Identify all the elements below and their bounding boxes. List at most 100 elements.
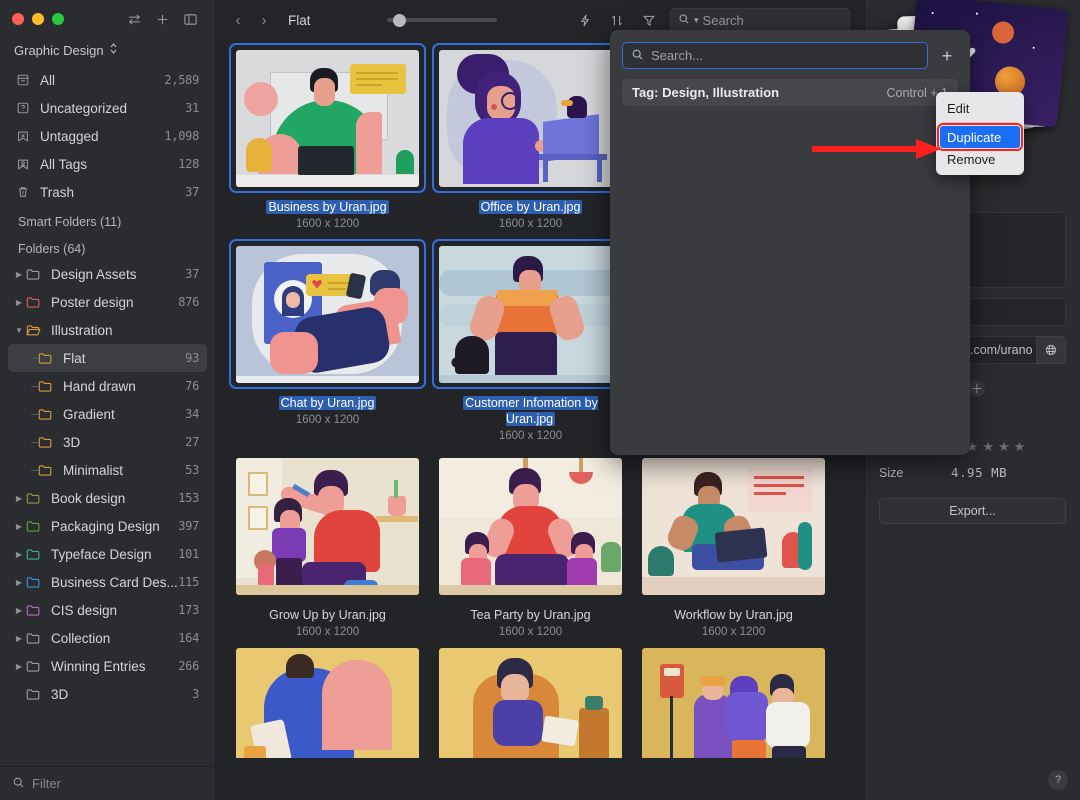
question-icon[interactable]: ? — [1048, 770, 1068, 790]
folder-item-business-card-des[interactable]: ▶ Business Card Des... 115 — [8, 568, 207, 596]
folder-item-winning-entries[interactable]: ▶ Winning Entries 266 — [8, 652, 207, 680]
context-menu-item-duplicate[interactable]: Duplicate — [937, 123, 1023, 151]
disclosure-right-icon[interactable]: ▶ — [12, 494, 26, 503]
folder-item-design-assets[interactable]: ▶ Design Assets 37 — [8, 260, 207, 288]
lightning-icon[interactable] — [574, 9, 596, 31]
thumbnail-cell[interactable]: Chat by Uran.jpg 1600 x 1200 — [226, 239, 429, 452]
disclosure-right-icon[interactable]: ▶ — [12, 578, 26, 587]
thumbnail-filename[interactable]: Tea Party by Uran.jpg — [441, 607, 621, 623]
thumbnail-cell[interactable]: Grow Up by Uran.jpg 1600 x 1200 — [226, 452, 429, 648]
folder-item-typeface-design[interactable]: ▶ Typeface Design 101 — [8, 540, 207, 568]
thumbnail-cell[interactable]: Office by Uran.jpg 1600 x 1200 — [429, 43, 632, 240]
thumbnail-filename[interactable]: Workflow by Uran.jpg — [644, 607, 824, 623]
filter-input[interactable] — [32, 776, 182, 791]
star-icon[interactable]: ★ — [982, 439, 994, 455]
search-input[interactable] — [702, 12, 879, 28]
slider-knob[interactable] — [393, 13, 407, 27]
close-button[interactable] — [12, 13, 24, 25]
filter-icon[interactable] — [638, 9, 660, 31]
thumbnail-cell[interactable]: Tea Party by Uran.jpg 1600 x 1200 — [429, 452, 632, 648]
maximize-button[interactable] — [52, 13, 64, 25]
thumbnail-filename[interactable]: Chat by Uran.jpg — [238, 395, 418, 411]
forward-button[interactable]: › — [256, 12, 272, 29]
folder-item-poster-design[interactable]: ▶ Poster design 876 — [8, 288, 207, 316]
nav-label: All — [40, 72, 56, 88]
folder-item-packaging-design[interactable]: ▶ Packaging Design 397 — [8, 512, 207, 540]
thumbnail-image[interactable] — [230, 452, 425, 600]
thumbnail-image[interactable] — [433, 648, 628, 758]
disclosure-right-icon[interactable]: ▶ — [12, 522, 26, 531]
thumbnail-row — [226, 648, 864, 766]
thumbnail-image[interactable] — [229, 239, 426, 389]
thumbnail-image[interactable] — [433, 452, 628, 600]
sort-icon[interactable] — [606, 9, 628, 31]
folder-item-collection[interactable]: ▶ Collection 164 — [8, 624, 207, 652]
disclosure-down-icon[interactable]: ▼ — [12, 326, 26, 335]
context-menu: Edit Duplicate Remove — [936, 92, 1024, 175]
folder-item-minimalist[interactable]: Minimalist 53 — [8, 456, 207, 484]
thumbnail-image[interactable] — [636, 452, 831, 600]
thumbnail-cell[interactable]: Workflow by Uran.jpg 1600 x 1200 — [632, 452, 835, 648]
thumbnail-image[interactable] — [229, 43, 426, 193]
popover-search-box[interactable] — [622, 42, 928, 69]
thumbnail-filename[interactable]: Customer Infomation by Uran.jpg — [441, 395, 621, 427]
thumbnail-cell[interactable] — [226, 648, 429, 766]
filter-bar[interactable] — [0, 766, 215, 800]
plus-circle-icon[interactable]: ＋ — [968, 380, 986, 397]
folder-item-book-design[interactable]: ▶ Book design 153 — [8, 484, 207, 512]
folder-item-hand-drawn[interactable]: Hand drawn 76 — [8, 372, 207, 400]
plus-icon[interactable] — [149, 8, 175, 30]
folder-item-flat[interactable]: Flat 93 — [8, 344, 207, 372]
disclosure-right-icon[interactable]: ▶ — [12, 298, 26, 307]
globe-icon[interactable] — [1036, 336, 1066, 364]
library-selector[interactable]: Graphic Design — [0, 38, 215, 66]
nav-item-trash[interactable]: Trash 37 — [8, 178, 207, 206]
nav-item-untagged[interactable]: Untagged 1,098 — [8, 122, 207, 150]
sidebar: Graphic Design All 2,589 Uncategorized 3… — [0, 0, 216, 800]
popover-search-input[interactable] — [651, 48, 919, 63]
folder-count: 164 — [178, 631, 199, 645]
thumbnail-cell[interactable]: Customer Infomation by Uran.jpg 1600 x 12… — [429, 239, 632, 452]
disclosure-right-icon[interactable]: ▶ — [12, 634, 26, 643]
disclosure-right-icon[interactable]: ▶ — [12, 270, 26, 279]
plus-icon[interactable]: + — [936, 47, 958, 65]
folders-header[interactable]: Folders (64) — [0, 233, 215, 260]
thumbnail-cell[interactable]: Business by Uran.jpg 1600 x 1200 — [226, 43, 429, 240]
thumbnail-cell[interactable] — [632, 648, 835, 766]
thumbnail-size-slider[interactable] — [387, 13, 498, 27]
context-menu-item-remove[interactable]: Remove — [936, 148, 1024, 170]
nav-item-uncategorized[interactable]: Uncategorized 31 — [8, 94, 207, 122]
disclosure-right-icon[interactable]: ▶ — [12, 550, 26, 559]
minimize-button[interactable] — [32, 13, 44, 25]
folder-item-cis-design[interactable]: ▶ CIS design 173 — [8, 596, 207, 624]
folder-item-3d[interactable]: 3D 27 — [8, 428, 207, 456]
disclosure-right-icon[interactable]: ▶ — [12, 662, 26, 671]
sync-icon[interactable] — [121, 8, 147, 30]
star-icon[interactable]: ★ — [1014, 439, 1026, 455]
thumbnail-filename[interactable]: Business by Uran.jpg — [238, 199, 418, 215]
sidebar-toggle-icon[interactable] — [177, 8, 203, 30]
back-button[interactable]: ‹ — [230, 12, 246, 29]
thumbnail-filename[interactable]: Office by Uran.jpg — [441, 199, 621, 215]
thumbnail-image[interactable] — [432, 239, 629, 389]
smart-folders-header[interactable]: Smart Folders (11) — [0, 206, 215, 233]
star-icon[interactable]: ★ — [998, 439, 1010, 455]
folder-item-illustration[interactable]: ▼ Illustration — [8, 316, 207, 344]
tree-line — [24, 442, 38, 443]
thumbnail-caption: Chat by Uran.jpg 1600 x 1200 — [238, 395, 418, 428]
thumbnail-image[interactable] — [230, 648, 425, 758]
popover-list-item[interactable]: Tag: Design, Illustration Control + 1 — [622, 79, 958, 106]
thumbnail-image[interactable] — [432, 43, 629, 193]
disclosure-right-icon[interactable]: ▶ — [12, 606, 26, 615]
context-menu-item-edit[interactable]: Edit — [936, 97, 1024, 119]
export-button[interactable]: Export... — [879, 498, 1066, 524]
folder-item-3d[interactable]: 3D 3 — [8, 680, 207, 708]
nav-item-all-tags[interactable]: All Tags 128 — [8, 150, 207, 178]
chevron-down-icon[interactable]: ▾ — [694, 15, 699, 26]
nav-item-all[interactable]: All 2,589 — [8, 66, 207, 94]
thumbnail-image[interactable] — [636, 648, 831, 758]
thumbnail-filename[interactable]: Grow Up by Uran.jpg — [238, 607, 418, 623]
thumbnail-cell[interactable] — [429, 648, 632, 766]
search-box[interactable]: ▾ — [670, 8, 879, 32]
folder-item-gradient[interactable]: Gradient 34 — [8, 400, 207, 428]
